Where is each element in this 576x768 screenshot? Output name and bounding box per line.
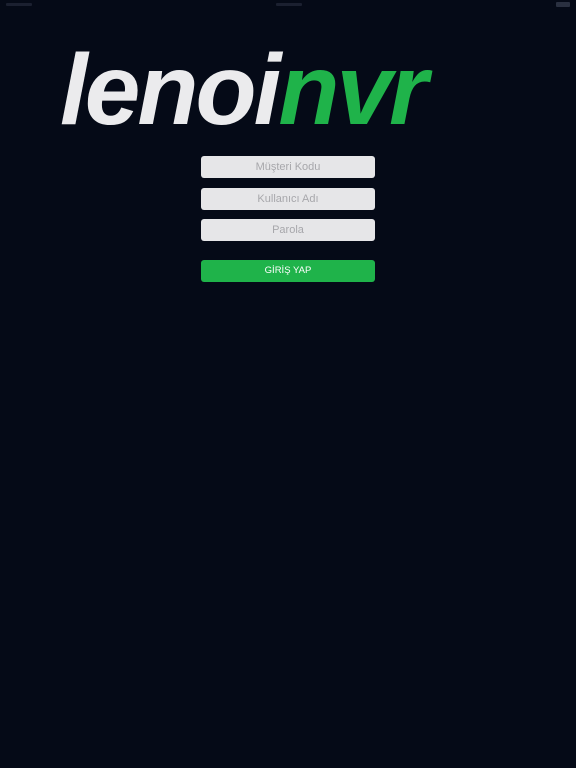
login-button[interactable]: GİRİŞ YAP <box>201 260 375 282</box>
app-logo: lenoinvr <box>60 44 516 136</box>
username-input[interactable] <box>201 187 375 210</box>
status-bar <box>0 0 576 10</box>
login-screen: lenoinvr GİRİŞ YAP <box>0 0 576 768</box>
logo-text-lenoi: lenoi <box>60 44 281 136</box>
battery-icon <box>556 2 570 7</box>
clock-indicator <box>276 3 302 6</box>
customer-code-input[interactable] <box>201 156 375 178</box>
password-input[interactable] <box>201 219 375 241</box>
logo-text-nvr: nvr <box>278 44 428 136</box>
login-form: GİRİŞ YAP <box>201 156 375 282</box>
carrier-indicator <box>6 3 32 6</box>
